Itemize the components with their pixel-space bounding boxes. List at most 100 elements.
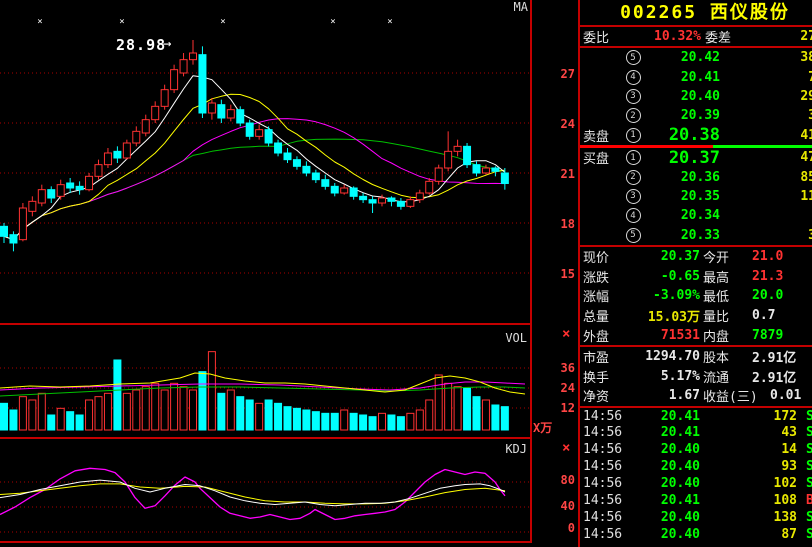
order-volume: 3	[720, 228, 812, 243]
order-price: 20.35	[645, 189, 720, 204]
axis-tick-label: 40	[559, 499, 575, 513]
kdj-chart[interactable]: KDJ	[0, 440, 530, 541]
tick-trade-row: 14:5620.4087S	[580, 526, 812, 543]
quote-info-row: 换手5.17%流通2.91亿	[580, 366, 812, 386]
info-label: 外盘	[583, 326, 643, 345]
order-book-row[interactable]: 卖盘120.3841	[580, 126, 812, 145]
tick-side: B	[806, 493, 812, 508]
tick-price: 20.40	[643, 476, 700, 491]
tick-time: 14:56	[583, 510, 643, 525]
order-level-number: 4	[626, 208, 641, 223]
order-book-row[interactable]: 520.333	[580, 226, 812, 245]
axis-tick-label: 12	[559, 401, 575, 415]
order-price: 20.36	[645, 170, 720, 185]
buy-order-book: 买盘120.3747220.3685320.3511420.34520.333	[580, 148, 812, 245]
weibi-row: 委比 10.32% 委差 27	[580, 27, 812, 46]
order-level: 2	[621, 170, 645, 185]
info-value: 2.91亿	[752, 347, 796, 366]
tick-price: 20.41	[643, 493, 700, 508]
quote-info-row: 外盘71531内盘7879	[580, 325, 812, 345]
tick-trade-row: 14:5620.4143S	[580, 425, 812, 442]
weicha-value: 27	[731, 29, 812, 44]
tick-trade-row: 14:5620.41108B	[580, 492, 812, 509]
tick-time: 14:56	[583, 527, 643, 542]
order-book-row[interactable]: 520.4238	[580, 48, 812, 67]
tick-volume: 87	[700, 527, 797, 542]
main-candle-chart[interactable]: ×××××28.98→MA	[0, 0, 530, 323]
order-volume: 47	[720, 150, 812, 165]
info-value: 7879	[752, 328, 783, 343]
tick-price: 20.40	[643, 527, 700, 542]
quote-info-row: 总量15.03万量比0.7	[580, 306, 812, 326]
tick-price: 20.40	[643, 510, 700, 525]
tick-price: 20.40	[643, 459, 700, 474]
tick-side: S	[806, 425, 812, 440]
info-value: 21.0	[752, 249, 783, 264]
info-label: 今开	[703, 247, 729, 266]
quote-info-row: 现价20.37今开21.0	[580, 247, 812, 267]
kdj-panel-label: KDJ	[505, 442, 527, 456]
order-price: 20.42	[645, 50, 720, 65]
order-book-row[interactable]: 220.393	[580, 106, 812, 125]
quote-info: 现价20.37今开21.0涨跌-0.65最高21.3涨幅-3.09%最低20.0…	[580, 247, 812, 345]
quote-panel: 002265 西仪股份 委比 10.32% 委差 27 520.4238420.…	[580, 0, 812, 547]
close-icon[interactable]: ×	[562, 442, 570, 454]
quote-info-row: 市盈1294.70股本2.91亿	[580, 347, 812, 367]
tick-price: 20.41	[643, 409, 700, 424]
order-volume: 29	[720, 89, 812, 104]
order-level-number: 4	[626, 70, 641, 85]
order-book-row[interactable]: 买盘120.3747	[580, 148, 812, 167]
vol-panel-label: VOL	[505, 331, 527, 345]
order-level-number: 1	[626, 150, 641, 165]
tick-volume: 14	[700, 442, 797, 457]
order-volume: 3	[720, 108, 812, 123]
order-book-row[interactable]: 420.34	[580, 206, 812, 225]
event-mark-icon: ×	[37, 17, 42, 27]
quote-info-row: 涨幅-3.09%最低20.0	[580, 286, 812, 306]
tick-trade-row: 14:5620.4093S	[580, 458, 812, 475]
order-book-row[interactable]: 420.417	[580, 67, 812, 86]
divider	[0, 323, 531, 325]
axis-tick-label: 27	[559, 67, 575, 81]
close-icon[interactable]: ×	[562, 328, 570, 340]
order-level-number: 2	[626, 108, 641, 123]
info-label: 涨幅	[583, 286, 643, 305]
sell-order-book: 520.4238420.417320.4029220.393卖盘120.3841	[580, 48, 812, 145]
tick-side: S	[806, 510, 812, 525]
tick-trade-row: 14:5620.40102S	[580, 475, 812, 492]
order-level-number: 5	[626, 228, 641, 243]
axis-tick-label: 80	[559, 473, 575, 487]
info-label: 涨跌	[583, 267, 643, 286]
chart-right-border	[530, 0, 532, 543]
volume-chart[interactable]: VOL	[0, 326, 530, 437]
weibi-value: 10.32%	[615, 29, 701, 44]
order-level-number: 5	[626, 50, 641, 65]
info-label: 最高	[703, 267, 729, 286]
order-level-number: 3	[626, 89, 641, 104]
info-label: 最低	[703, 286, 729, 305]
event-mark-icon: ×	[220, 17, 225, 27]
tick-time: 14:56	[583, 442, 643, 457]
order-level: 1	[621, 128, 645, 143]
order-book-row[interactable]: 220.3685	[580, 167, 812, 186]
order-price: 20.34	[645, 208, 720, 223]
axis-tick-label: 15	[559, 267, 575, 281]
order-volume: 85	[720, 170, 812, 185]
tick-volume: 138	[700, 510, 797, 525]
divider	[0, 541, 531, 543]
order-level: 4	[621, 208, 645, 223]
info-label: 流通	[703, 367, 729, 386]
info-label: 换手	[583, 367, 643, 386]
fundamentals: 市盈1294.70股本2.91亿换手5.17%流通2.91亿净资1.67收益(三…	[580, 347, 812, 406]
order-book-row[interactable]: 320.4029	[580, 87, 812, 106]
tick-time: 14:56	[583, 476, 643, 491]
divider	[0, 437, 531, 439]
arrow-right-icon: →	[163, 36, 171, 52]
tick-trade-list[interactable]: 14:5620.41172S14:5620.4143S14:5620.4014S…	[580, 408, 812, 543]
tick-side: S	[806, 409, 812, 424]
tick-volume: 93	[700, 459, 797, 474]
order-level: 1	[621, 150, 645, 165]
order-book-row[interactable]: 320.3511	[580, 187, 812, 206]
event-mark-icon: ×	[330, 17, 335, 27]
order-level: 5	[621, 50, 645, 65]
